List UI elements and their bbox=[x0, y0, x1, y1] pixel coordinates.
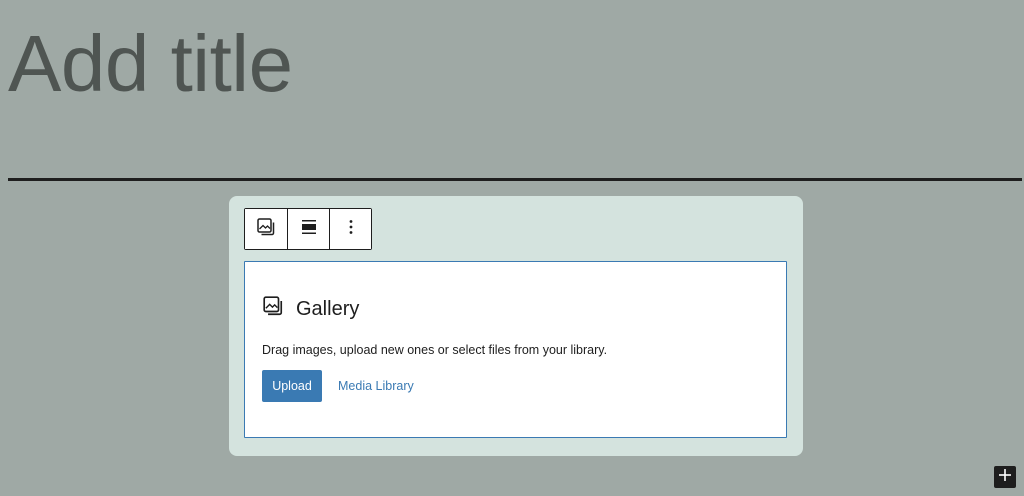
more-vertical-icon bbox=[341, 217, 361, 242]
plus-icon bbox=[998, 468, 1012, 487]
media-library-button[interactable]: Media Library bbox=[338, 370, 414, 402]
more-options-button[interactable] bbox=[329, 209, 371, 249]
align-button[interactable] bbox=[287, 209, 329, 249]
block-type-button[interactable] bbox=[245, 209, 287, 249]
gallery-title: Gallery bbox=[296, 297, 360, 320]
gallery-block[interactable]: Gallery Drag images, upload new ones or … bbox=[229, 196, 803, 456]
gallery-actions: Upload Media Library bbox=[262, 370, 414, 402]
gallery-icon bbox=[262, 295, 284, 322]
title-separator bbox=[8, 178, 1022, 181]
gallery-instructions: Drag images, upload new ones or select f… bbox=[262, 343, 608, 357]
align-wide-icon bbox=[299, 217, 319, 242]
block-toolbar bbox=[244, 208, 372, 250]
post-title-placeholder[interactable]: Add title bbox=[8, 10, 293, 118]
block-inserter-button[interactable] bbox=[994, 466, 1016, 488]
gallery-placeholder: Gallery Drag images, upload new ones or … bbox=[244, 261, 787, 438]
upload-button[interactable]: Upload bbox=[262, 370, 322, 402]
gallery-placeholder-header: Gallery bbox=[262, 295, 359, 322]
gallery-icon bbox=[256, 217, 276, 242]
